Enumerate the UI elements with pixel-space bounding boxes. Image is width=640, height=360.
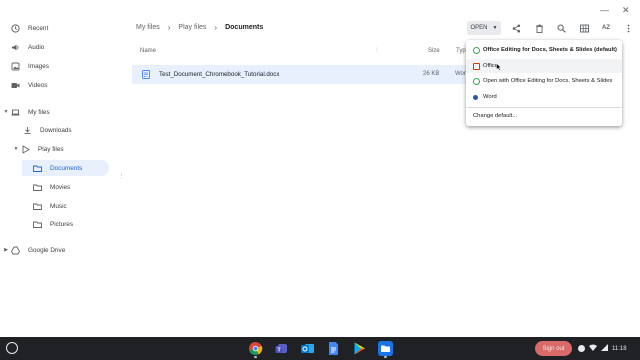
menu-item-word[interactable]: Word bbox=[466, 90, 622, 104]
file-size: 26 KB bbox=[423, 71, 440, 77]
column-resize-handle[interactable]: ⁞ bbox=[376, 48, 378, 60]
menu-item-label: Office Editing for Docs, Sheets & Slides… bbox=[483, 47, 617, 53]
sidebar-item-documents[interactable]: Documents bbox=[22, 160, 109, 176]
office-icon bbox=[473, 62, 480, 70]
breadcrumb-my-files[interactable]: My files bbox=[136, 24, 160, 31]
breadcrumb-documents: Documents bbox=[225, 24, 264, 31]
status-tray[interactable]: 11:18 bbox=[578, 341, 636, 356]
sidebar-item-label: Play files bbox=[38, 145, 64, 153]
folder-icon bbox=[32, 219, 42, 229]
running-indicator bbox=[254, 356, 257, 358]
battery-icon bbox=[601, 344, 608, 353]
breadcrumb: My files › Play files › Documents bbox=[136, 23, 263, 32]
docs-icon[interactable] bbox=[326, 341, 341, 356]
clock-time: 11:18 bbox=[612, 345, 627, 352]
menu-divider bbox=[466, 107, 622, 108]
sidebar-item-label: Audio bbox=[28, 43, 45, 51]
image-icon bbox=[10, 61, 20, 71]
folder-icon bbox=[32, 182, 42, 192]
menu-item-label: Open with Office Editing for Docs, Sheet… bbox=[483, 78, 613, 84]
sidebar-item-label: Pictures bbox=[50, 220, 74, 228]
sidebar-item-label: Recent bbox=[28, 24, 49, 32]
notification-icon bbox=[578, 345, 585, 352]
clock-icon bbox=[10, 23, 20, 33]
office-editing-icon bbox=[473, 77, 480, 85]
open-with-menu: Office Editing for Docs, Sheets & Slides… bbox=[466, 40, 622, 126]
word-icon bbox=[473, 94, 478, 100]
sidebar-item-label: Documents bbox=[50, 164, 83, 172]
office-editing-icon bbox=[473, 46, 480, 54]
sidebar-item-my-files[interactable]: ▼ My files bbox=[2, 104, 112, 120]
sign-out-button[interactable]: Sign out bbox=[535, 341, 572, 356]
sidebar-item-downloads[interactable]: Downloads bbox=[22, 122, 110, 138]
search-icon[interactable] bbox=[554, 21, 568, 35]
menu-item-office[interactable]: Office bbox=[466, 59, 622, 73]
sidebar-item-music[interactable]: Music bbox=[32, 198, 110, 214]
sidebar-resize-handle[interactable]: ⋮ bbox=[118, 172, 125, 180]
download-icon bbox=[22, 125, 32, 135]
chrome-icon[interactable] bbox=[248, 341, 263, 356]
folder-icon bbox=[32, 201, 42, 211]
sidebar-item-play-files[interactable]: ▼ Play files bbox=[12, 141, 110, 157]
file-name: Test_Document_Chromebook_Tutorial.docx bbox=[159, 71, 280, 78]
play-icon bbox=[20, 144, 30, 154]
docx-file-icon bbox=[142, 70, 150, 81]
sort-icon[interactable]: AZ bbox=[599, 21, 613, 35]
sidebar-item-recent[interactable]: Recent bbox=[10, 20, 120, 36]
expand-triangle-icon[interactable]: ▼ bbox=[12, 146, 20, 152]
expand-triangle-icon[interactable]: ▶ bbox=[2, 247, 10, 253]
column-header-name[interactable]: Name bbox=[140, 48, 156, 60]
expand-triangle-icon[interactable]: ▼ bbox=[2, 109, 10, 115]
drive-icon bbox=[10, 245, 20, 255]
files-icon[interactable] bbox=[378, 341, 393, 356]
open-button[interactable]: OPEN ▼ bbox=[467, 21, 501, 35]
sidebar-item-label: Videos bbox=[28, 81, 48, 89]
column-header-size[interactable]: Size bbox=[428, 48, 440, 60]
play-store-icon[interactable] bbox=[352, 341, 367, 356]
laptop-icon bbox=[10, 107, 20, 117]
menu-item-label: Word bbox=[483, 94, 497, 100]
menu-item-change-default[interactable]: Change default... bbox=[466, 109, 622, 123]
minimize-icon[interactable]: — bbox=[600, 5, 609, 15]
grid-view-icon[interactable] bbox=[577, 21, 591, 35]
close-icon[interactable]: ✕ bbox=[622, 5, 630, 16]
sidebar-item-pictures[interactable]: Pictures bbox=[32, 216, 110, 232]
sidebar-item-images[interactable]: Images bbox=[10, 58, 120, 74]
folder-icon bbox=[32, 163, 42, 173]
sidebar-item-label: My files bbox=[28, 108, 50, 116]
launcher-icon[interactable] bbox=[6, 342, 18, 354]
sidebar-item-label: Downloads bbox=[40, 126, 72, 134]
menu-item-open-with-office-editing[interactable]: Open with Office Editing for Docs, Sheet… bbox=[466, 74, 622, 88]
breadcrumb-separator: › bbox=[167, 23, 171, 32]
sidebar-item-videos[interactable]: Videos bbox=[10, 77, 120, 93]
menu-item-office-editing-default[interactable]: Office Editing for Docs, Sheets & Slides… bbox=[466, 43, 622, 57]
file-type: Wor bbox=[455, 71, 466, 77]
sidebar-item-label: Images bbox=[28, 62, 49, 70]
sidebar-item-label: Movies bbox=[50, 183, 71, 191]
outlook-icon[interactable] bbox=[300, 341, 315, 356]
open-button-label: OPEN bbox=[470, 25, 488, 31]
sidebar-item-label: Google Drive bbox=[28, 246, 66, 254]
teams-icon[interactable]: T bbox=[274, 341, 289, 356]
dropdown-arrow-icon: ▼ bbox=[492, 25, 498, 31]
share-icon[interactable] bbox=[509, 21, 523, 35]
menu-item-label: Change default... bbox=[473, 113, 518, 119]
sidebar-item-label: Music bbox=[50, 202, 67, 210]
breadcrumb-play-files[interactable]: Play files bbox=[178, 24, 206, 31]
breadcrumb-separator: › bbox=[214, 23, 218, 32]
video-icon bbox=[10, 80, 20, 90]
running-indicator bbox=[384, 356, 387, 358]
sidebar-item-movies[interactable]: Movies bbox=[32, 179, 110, 195]
delete-icon[interactable] bbox=[532, 21, 546, 35]
sidebar-item-google-drive[interactable]: ▶ Google Drive bbox=[2, 242, 112, 258]
wifi-icon bbox=[589, 344, 597, 353]
more-vert-icon[interactable] bbox=[621, 21, 635, 35]
sidebar-item-audio[interactable]: Audio bbox=[10, 39, 120, 55]
audio-icon bbox=[10, 42, 20, 52]
mouse-cursor-icon bbox=[496, 62, 502, 73]
